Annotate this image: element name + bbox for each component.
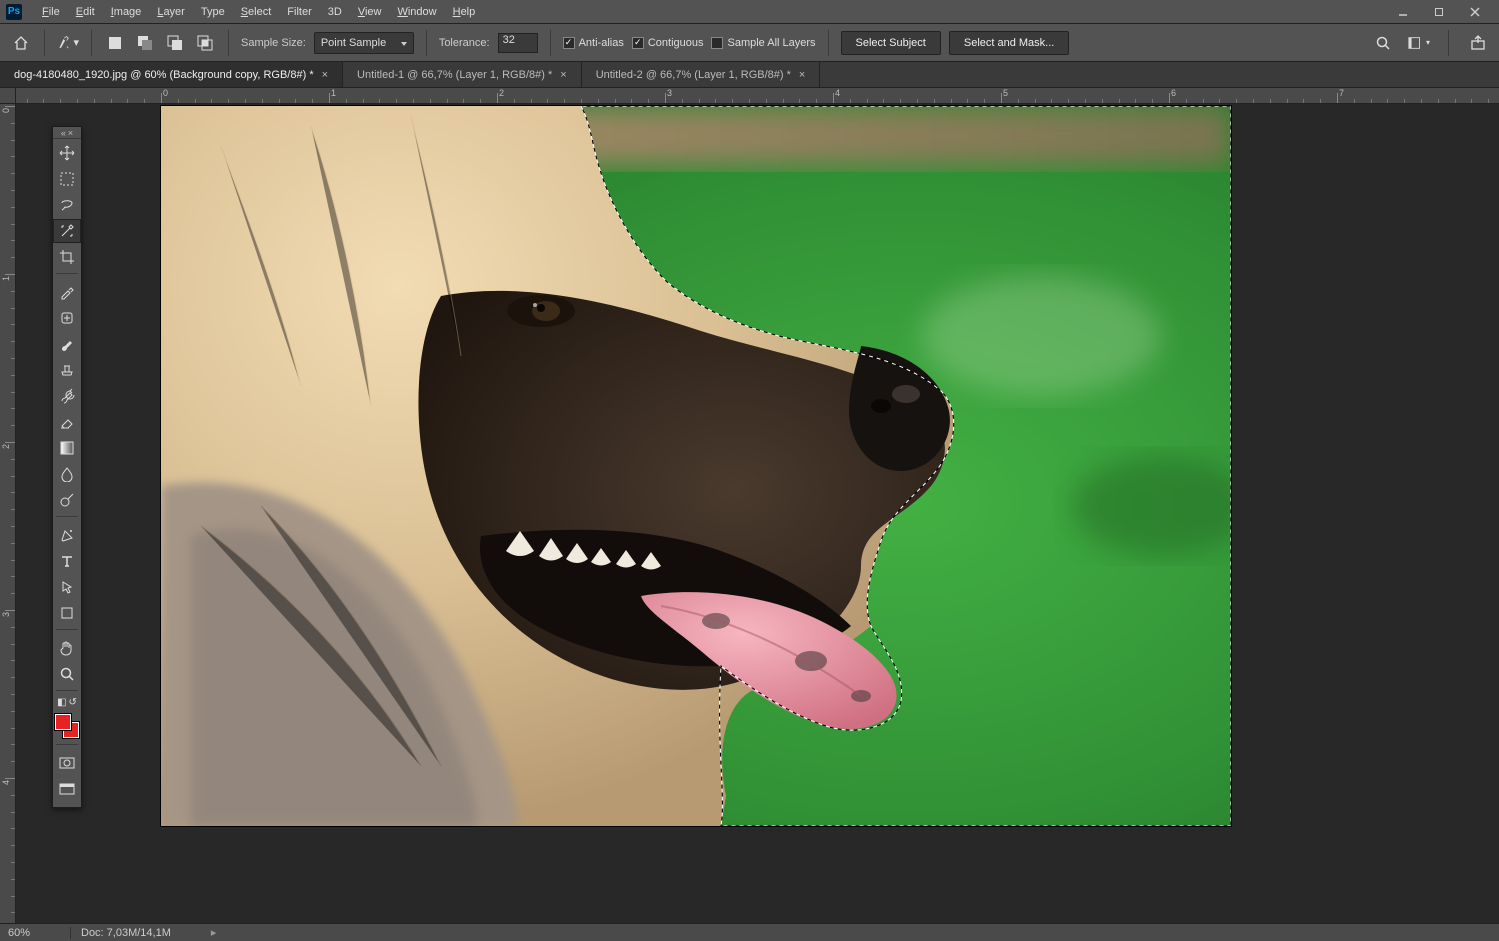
search-icon[interactable] — [1372, 32, 1394, 54]
document-tab[interactable]: Untitled-2 @ 66,7% (Layer 1, RGB/8#) * × — [582, 62, 821, 87]
eyedropper-tool-icon[interactable] — [53, 280, 81, 304]
window-restore-icon[interactable] — [1421, 3, 1457, 21]
lasso-tool-icon[interactable] — [53, 193, 81, 217]
zoom-level[interactable]: 60% — [0, 927, 70, 939]
pen-tool-icon[interactable] — [53, 523, 81, 547]
document-tab-label: dog-4180480_1920.jpg @ 60% (Background c… — [14, 69, 314, 81]
menu-edit[interactable]: Edit — [68, 0, 103, 24]
selection-add-icon[interactable] — [134, 32, 156, 54]
document-tab-label: Untitled-1 @ 66,7% (Layer 1, RGB/8#) * — [357, 69, 552, 81]
tolerance-label: Tolerance: — [439, 37, 490, 49]
path-selection-tool-icon[interactable] — [53, 575, 81, 599]
menu-select[interactable]: Select — [233, 0, 280, 24]
screen-mode-icon[interactable] — [53, 777, 81, 801]
zoom-tool-icon[interactable] — [53, 662, 81, 686]
document-canvas[interactable] — [161, 106, 1231, 826]
menu-bar: Ps File Edit Image Layer Type Select Fil… — [0, 0, 1499, 24]
canvas-illustration — [161, 106, 1231, 826]
workspace: 01234567 01234 — [0, 88, 1499, 923]
menu-filter[interactable]: Filter — [279, 0, 319, 24]
shape-tool-icon[interactable] — [53, 601, 81, 625]
default-colors-icon[interactable]: ◧ — [57, 697, 66, 708]
menu-layer[interactable]: Layer — [149, 0, 193, 24]
contiguous-checkbox[interactable]: Contiguous — [632, 37, 704, 49]
panel-handle[interactable]: «× — [53, 127, 81, 139]
clone-stamp-tool-icon[interactable] — [53, 358, 81, 382]
workspace-switcher-icon[interactable]: ▾ — [1408, 32, 1430, 54]
gradient-tool-icon[interactable] — [53, 436, 81, 460]
ruler-vertical[interactable]: 01234 — [0, 104, 16, 923]
eraser-tool-icon[interactable] — [53, 410, 81, 434]
document-tab[interactable]: Untitled-1 @ 66,7% (Layer 1, RGB/8#) * × — [343, 62, 582, 87]
menu-window[interactable]: Window — [389, 0, 444, 24]
close-icon[interactable]: × — [560, 69, 566, 81]
swap-colors-icon[interactable]: ↺ — [69, 697, 77, 708]
sample-all-layers-checkbox[interactable]: Sample All Layers — [711, 37, 815, 49]
doc-info[interactable]: Doc: 7,03M/14,1M — [70, 927, 171, 939]
selection-new-icon[interactable] — [104, 32, 126, 54]
history-brush-tool-icon[interactable] — [53, 384, 81, 408]
document-tab[interactable]: dog-4180480_1920.jpg @ 60% (Background c… — [0, 62, 343, 87]
home-icon[interactable] — [10, 32, 32, 54]
options-bar: ▾ Sample Size: Point Sample Tolerance: 3… — [0, 24, 1499, 62]
selection-subtract-icon[interactable] — [164, 32, 186, 54]
document-tab-label: Untitled-2 @ 66,7% (Layer 1, RGB/8#) * — [596, 69, 791, 81]
brush-tool-icon[interactable] — [53, 332, 81, 356]
share-icon[interactable] — [1467, 32, 1489, 54]
color-swatches[interactable] — [55, 714, 79, 738]
menu-image[interactable]: Image — [103, 0, 150, 24]
tolerance-input[interactable]: 32 — [498, 33, 538, 53]
menu-help[interactable]: Help — [445, 0, 484, 24]
select-subject-button[interactable]: Select Subject — [841, 31, 941, 55]
crop-tool-icon[interactable] — [53, 245, 81, 269]
quick-mask-icon[interactable] — [53, 751, 81, 775]
hand-tool-icon[interactable] — [53, 636, 81, 660]
type-tool-icon[interactable] — [53, 549, 81, 573]
selection-intersect-icon[interactable] — [194, 32, 216, 54]
marquee-tool-icon[interactable] — [53, 167, 81, 191]
anti-alias-checkbox[interactable]: Anti-alias — [563, 37, 624, 49]
magic-wand-tool-icon[interactable] — [53, 219, 81, 243]
menu-view[interactable]: View — [350, 0, 390, 24]
menu-3d[interactable]: 3D — [320, 0, 350, 24]
status-bar: 60% Doc: 7,03M/14,1M ▸ — [0, 923, 1499, 941]
ruler-horizontal[interactable]: 01234567 — [16, 88, 1499, 104]
close-icon[interactable]: × — [322, 69, 328, 81]
ruler-origin[interactable] — [0, 88, 16, 104]
menu-file[interactable]: File — [34, 0, 68, 24]
app-logo: Ps — [6, 4, 22, 20]
dodge-tool-icon[interactable] — [53, 488, 81, 512]
close-icon[interactable]: × — [799, 69, 805, 81]
canvas-area[interactable] — [16, 104, 1499, 923]
window-close-icon[interactable] — [1457, 3, 1493, 21]
document-tabs: dog-4180480_1920.jpg @ 60% (Background c… — [0, 62, 1499, 88]
sample-size-select[interactable]: Point Sample — [314, 32, 414, 54]
tools-panel[interactable]: «× ◧ ↺ — [52, 126, 82, 808]
foreground-color-swatch[interactable] — [55, 714, 71, 730]
tool-preset-icon[interactable]: ▾ — [57, 32, 79, 54]
healing-brush-tool-icon[interactable] — [53, 306, 81, 330]
select-and-mask-button[interactable]: Select and Mask... — [949, 31, 1070, 55]
menu-type[interactable]: Type — [193, 0, 233, 24]
move-tool-icon[interactable] — [53, 141, 81, 165]
window-minimize-icon[interactable] — [1385, 3, 1421, 21]
sample-size-label: Sample Size: — [241, 37, 306, 49]
blur-tool-icon[interactable] — [53, 462, 81, 486]
status-menu-icon[interactable]: ▸ — [171, 926, 217, 939]
